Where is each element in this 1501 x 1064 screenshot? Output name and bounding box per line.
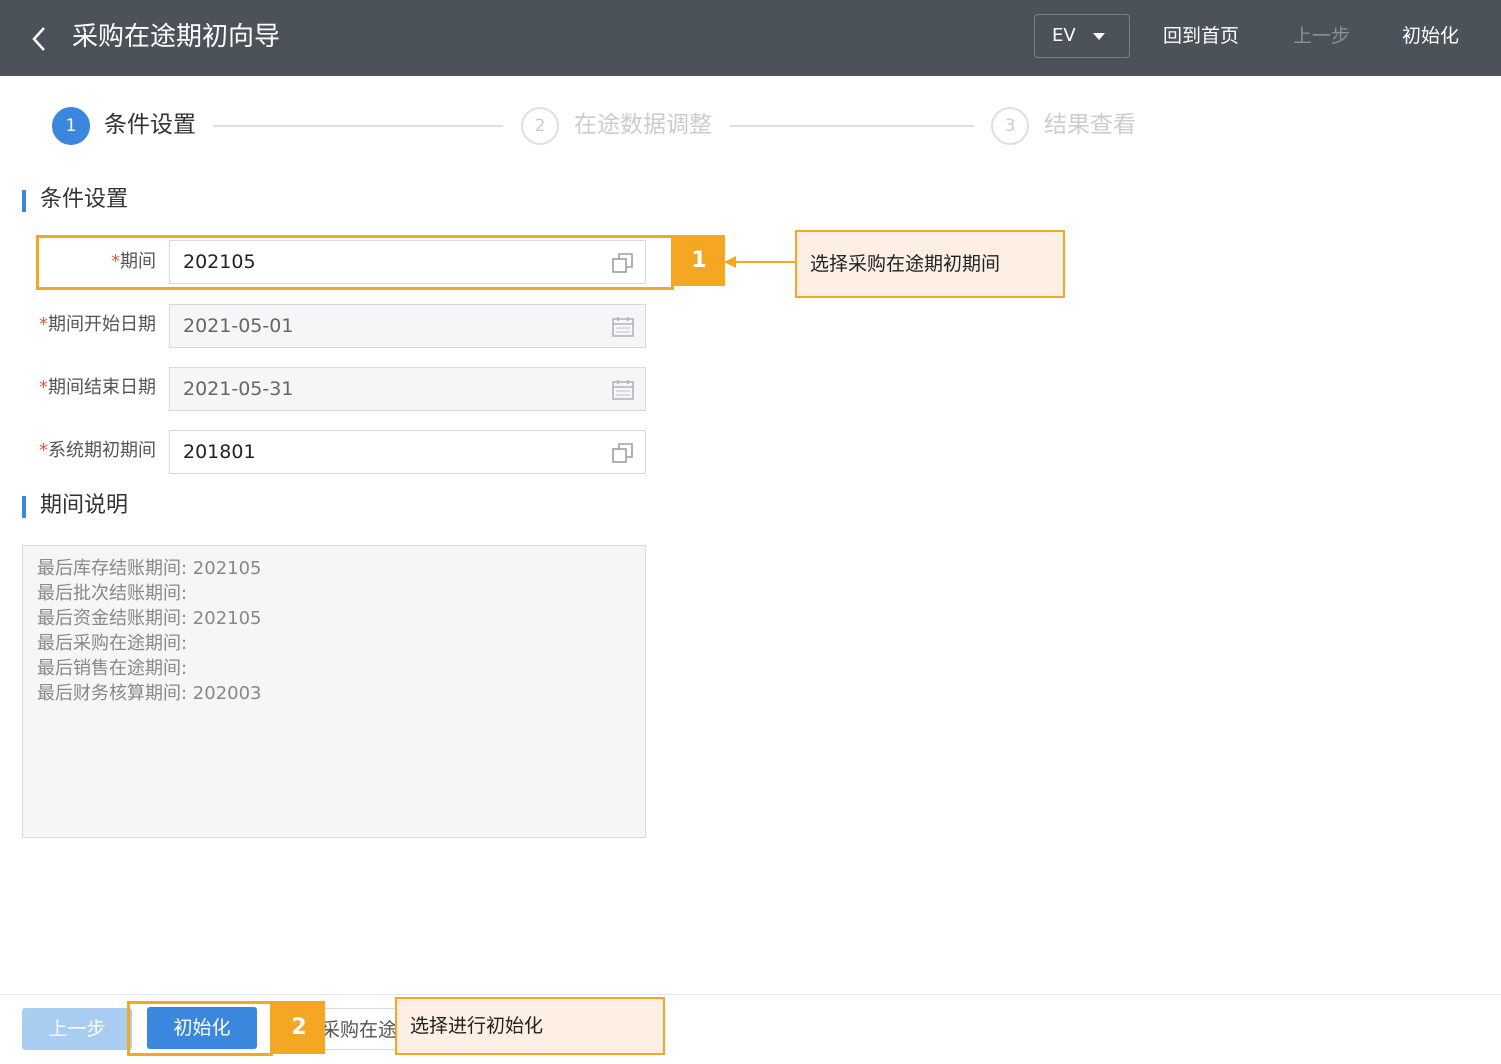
section-title-period-note: 期间说明 [40, 493, 129, 518]
calendar-icon[interactable] [611, 315, 635, 339]
page-title: 采购在途期初向导 [72, 22, 281, 52]
top-header: 采购在途期初向导 EV 回到首页 上一步 初始化 [0, 0, 1501, 76]
header-init-button[interactable]: 初始化 [1402, 22, 1459, 50]
footer-divider [0, 994, 1501, 995]
org-select[interactable]: EV [1034, 14, 1130, 58]
note-line: 最后财务核算期间: 202003 [37, 683, 262, 704]
step-2-label: 在途数据调整 [574, 112, 712, 138]
end-date-field [169, 367, 646, 411]
step-3-label: 结果查看 [1044, 112, 1136, 138]
end-date-label-text: 期间结束日期 [48, 377, 156, 398]
end-date-input[interactable] [170, 368, 645, 410]
start-date-label: *期间开始日期 [20, 311, 156, 339]
note-line: 最后库存结账期间: 202105 [37, 558, 262, 579]
annotation-callout-1: 选择采购在途期初期间 [795, 230, 1065, 298]
section-title-conditions: 条件设置 [40, 187, 129, 212]
annotation-callout-2: 选择进行初始化 [395, 997, 665, 1055]
highlight-period [36, 235, 674, 290]
step-connector-1 [213, 125, 503, 127]
chevron-left-icon[interactable] [26, 22, 56, 56]
calendar-icon[interactable] [611, 378, 635, 402]
footer-prev-button[interactable]: 上一步 [22, 1008, 132, 1050]
header-prev-button[interactable]: 上一步 [1293, 22, 1350, 50]
end-date-label: *期间结束日期 [20, 374, 156, 402]
start-date-label-text: 期间开始日期 [48, 314, 156, 335]
copy-icon[interactable] [611, 441, 635, 465]
period-note-box: 最后库存结账期间: 202105 最后批次结账期间: 最后资金结账期间: 202… [22, 545, 646, 838]
step-connector-2 [730, 125, 974, 127]
system-period-label: *系统期初期间 [20, 437, 156, 465]
annotation-arrow-1 [730, 261, 796, 263]
home-button[interactable]: 回到首页 [1163, 22, 1239, 50]
start-date-input[interactable] [170, 305, 645, 347]
footer-hidden-button[interactable]: 采购在途 [312, 1008, 402, 1050]
step-3-circle: 3 [991, 107, 1029, 145]
start-date-field [169, 304, 646, 348]
system-period-input[interactable] [170, 431, 645, 473]
highlight-init [127, 1001, 273, 1056]
note-line: 最后批次结账期间: [37, 583, 188, 604]
section-marker [22, 190, 26, 212]
system-period-label-text: 系统期初期间 [48, 440, 156, 461]
org-select-value: EV [1052, 25, 1076, 46]
step-1-circle: 1 [52, 107, 90, 145]
note-line: 最后采购在途期间: [37, 633, 188, 654]
required-mark: * [39, 440, 48, 461]
annotation-badge-1: 1 [673, 235, 725, 286]
required-mark: * [39, 377, 48, 398]
annotation-badge-2: 2 [273, 1001, 325, 1054]
required-mark: * [39, 314, 48, 335]
system-period-field [169, 430, 646, 474]
note-line: 最后销售在途期间: [37, 658, 188, 679]
note-line: 最后资金结账期间: 202105 [37, 608, 262, 629]
arrow-head-icon [724, 256, 736, 268]
section-marker [22, 496, 26, 518]
step-1-label: 条件设置 [104, 112, 196, 138]
caret-down-icon [1093, 33, 1105, 40]
step-2-circle: 2 [521, 107, 559, 145]
